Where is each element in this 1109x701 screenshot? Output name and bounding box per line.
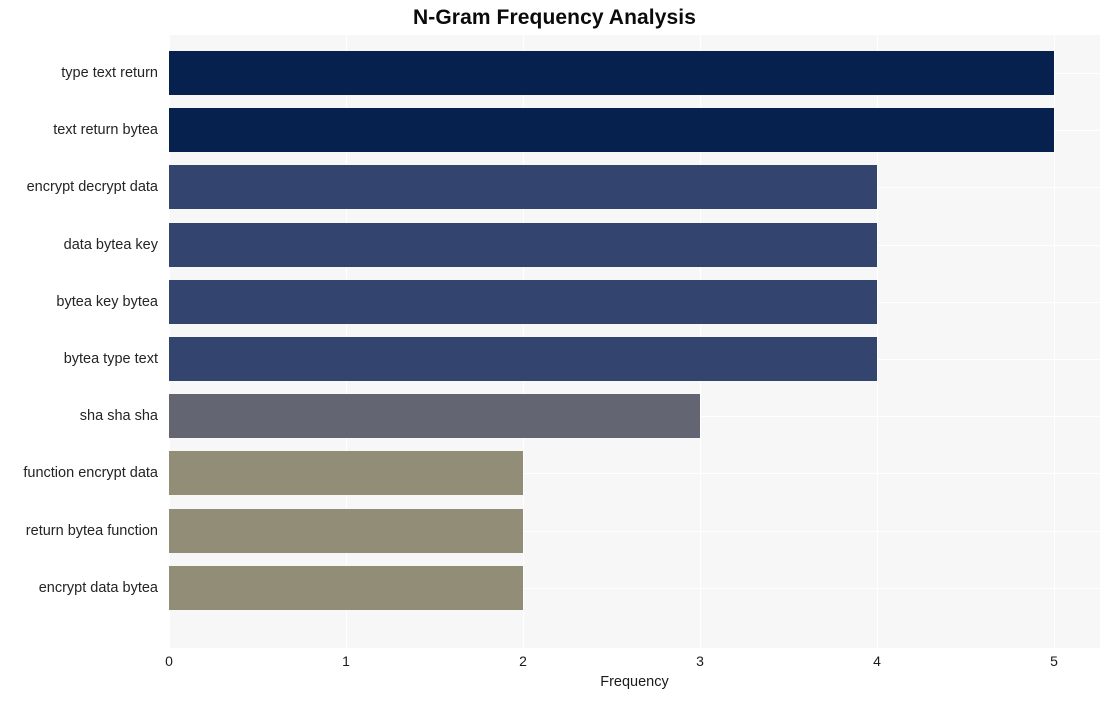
y-axis-tick-label: return bytea function <box>25 523 158 539</box>
y-axis-tick-label: function encrypt data <box>23 465 158 481</box>
bar[interactable] <box>169 108 1054 152</box>
x-axis-title: Frequency <box>600 674 669 690</box>
x-axis-tick-label: 0 <box>165 653 173 669</box>
x-axis-tick-label: 3 <box>696 653 704 669</box>
bar[interactable] <box>169 394 700 438</box>
bar[interactable] <box>169 51 1054 95</box>
y-axis-tick-label: type text return <box>61 65 158 81</box>
x-axis-tick-label: 4 <box>873 653 881 669</box>
y-axis-tick-label: sha sha sha <box>79 408 158 424</box>
y-axis-tick-label: data bytea key <box>63 237 158 253</box>
x-axis-tick-label: 5 <box>1050 653 1058 669</box>
chart-figure: N-Gram Frequency Analysis type text retu… <box>0 0 1109 701</box>
plot-area <box>169 35 1100 648</box>
y-axis-tick-label: encrypt data bytea <box>38 580 158 596</box>
bar[interactable] <box>169 509 523 553</box>
bar[interactable] <box>169 280 877 324</box>
bar[interactable] <box>169 165 877 209</box>
x-axis-tick-label: 1 <box>342 653 350 669</box>
gridline-vertical <box>1053 35 1055 648</box>
y-axis-tick-label: bytea type text <box>63 351 158 367</box>
bar[interactable] <box>169 337 877 381</box>
bar[interactable] <box>169 223 877 267</box>
y-axis-tick-label: text return bytea <box>53 122 158 138</box>
bar[interactable] <box>169 566 523 610</box>
x-axis-tick-label: 2 <box>519 653 527 669</box>
y-axis-tick-label: bytea key bytea <box>56 294 158 310</box>
chart-title: N-Gram Frequency Analysis <box>413 6 696 29</box>
y-axis-tick-label: encrypt decrypt data <box>26 179 158 195</box>
bar[interactable] <box>169 451 523 495</box>
